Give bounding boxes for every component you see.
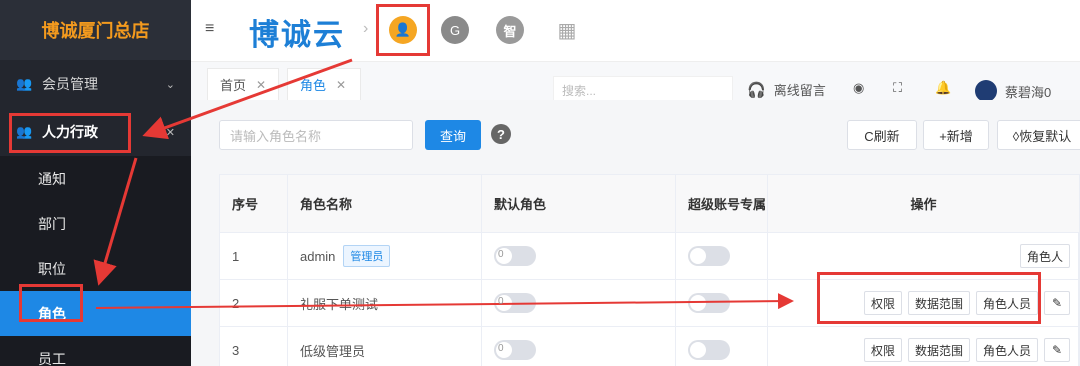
switch-label: 0: [498, 343, 504, 354]
role-members-button[interactable]: 角色人: [1019, 244, 1070, 268]
switch-label: 0: [498, 296, 504, 307]
query-button[interactable]: 查询: [425, 120, 481, 150]
data-scope-button[interactable]: 数据范围: [907, 338, 970, 362]
edit-icon[interactable]: ✎: [1044, 291, 1070, 315]
offline-message-button[interactable]: 🎧 离线留言: [747, 80, 826, 99]
role-members-button[interactable]: 角色人员: [975, 338, 1038, 362]
col-header-super: 超级账号专属: [676, 175, 768, 232]
user-name: 蔡碧海0: [1005, 84, 1052, 100]
app-logo: 博诚云: [249, 19, 345, 52]
super-account-toggle[interactable]: [688, 246, 730, 266]
table-header: 序号 角色名称 默认角色 超级账号专属 操作: [220, 175, 1079, 233]
topbar: ≡ 博诚云 › 👤 G 智 ▦: [191, 0, 1080, 62]
sidebar-subitem-notice[interactable]: 通知: [0, 156, 191, 201]
super-account-toggle[interactable]: [688, 340, 730, 360]
add-button[interactable]: +新增: [923, 120, 989, 150]
default-role-toggle[interactable]: 0: [494, 293, 536, 313]
sidebar-item-label: 会员管理: [42, 76, 98, 92]
tab-label: 首页: [220, 78, 247, 93]
users-icon: 👥: [16, 76, 33, 91]
row-name: admin 管理员: [288, 233, 482, 279]
col-header-ops: 操作: [910, 197, 937, 212]
row-index: 1: [220, 233, 288, 279]
role-name: admin: [300, 248, 336, 264]
default-role-toggle[interactable]: 0: [494, 340, 536, 360]
highlight-role-menu: [19, 284, 83, 322]
default-role-cell: 0: [482, 327, 676, 366]
headset-icon: 🎧: [747, 81, 766, 99]
row-name: 低级管理员: [288, 327, 482, 366]
highlight-hr-menu: [9, 113, 131, 153]
swirl-app-icon[interactable]: G: [441, 16, 469, 44]
tab-label: 角色: [300, 78, 327, 93]
tab-role[interactable]: 角色 ✕: [287, 68, 361, 100]
role-table: 序号 角色名称 默认角色 超级账号专属 操作 1 admin 管理员 0 角色人: [219, 174, 1080, 366]
sidebar-item-members[interactable]: 👥 会员管理 ⌄: [0, 60, 191, 108]
col-header-name: 角色名称: [288, 175, 482, 232]
col-header-default: 默认角色: [482, 175, 676, 232]
separator-icon: ›: [363, 20, 369, 37]
chevron-down-icon: ⌄: [165, 78, 175, 91]
content-area: 请输入角色名称 查询 ? C刷新 +新增 ◊恢复默认 序号 角色名称 默认角色 …: [191, 100, 1080, 366]
ops-cell: 权限 数据范围 角色人员 ✎: [768, 327, 1079, 366]
close-icon[interactable]: ✕: [256, 78, 266, 92]
avatar: [975, 80, 997, 102]
refresh-button[interactable]: C刷新: [847, 120, 917, 150]
tab-bar: 首页 ✕ 角色 ✕ 搜索... 🎧 离线留言 ◉ ⛶ 🔔 蔡碧海0: [191, 62, 1080, 104]
highlight-row-ops: [817, 272, 1041, 324]
close-icon: ✕: [165, 126, 175, 139]
target-icon[interactable]: ◉: [853, 80, 864, 96]
highlight-user-app: [376, 4, 430, 56]
menu-toggle-icon[interactable]: ≡: [205, 20, 214, 38]
super-cell: [676, 327, 768, 366]
col-header-index: 序号: [220, 175, 288, 232]
default-role-toggle[interactable]: 0: [494, 246, 536, 266]
zhi-app-icon[interactable]: 智: [496, 16, 524, 44]
edit-icon[interactable]: ✎: [1044, 338, 1070, 362]
help-icon[interactable]: ?: [491, 124, 511, 144]
default-role-cell: 0: [482, 233, 676, 279]
grid-app-icon[interactable]: ▦: [553, 16, 581, 44]
sidebar-subitem-staff[interactable]: 员工: [0, 336, 191, 366]
close-icon[interactable]: ✕: [336, 78, 346, 92]
role-name-input[interactable]: 请输入角色名称: [219, 120, 413, 150]
row-name: 礼服下单测试: [288, 280, 482, 326]
super-cell: [676, 233, 768, 279]
tab-home[interactable]: 首页 ✕: [207, 68, 280, 100]
row-index: 3: [220, 327, 288, 366]
default-role-cell: 0: [482, 280, 676, 326]
brand-title: 博诚厦门总店: [0, 0, 191, 60]
restore-default-button[interactable]: ◊恢复默认: [997, 120, 1080, 150]
permission-button[interactable]: 权限: [863, 338, 902, 362]
fullscreen-icon[interactable]: ⛶: [893, 80, 902, 96]
switch-label: 0: [498, 249, 504, 260]
bell-icon[interactable]: 🔔: [935, 80, 951, 96]
sidebar-subitem-department[interactable]: 部门: [0, 201, 191, 246]
super-account-toggle[interactable]: [688, 293, 730, 313]
offline-message-label: 离线留言: [773, 83, 826, 98]
super-cell: [676, 280, 768, 326]
user-menu[interactable]: 蔡碧海0: [975, 80, 1051, 102]
table-row: 3 低级管理员 0 权限 数据范围 角色人员 ✎: [220, 327, 1079, 366]
admin-tag: 管理员: [343, 245, 391, 267]
row-index: 2: [220, 280, 288, 326]
